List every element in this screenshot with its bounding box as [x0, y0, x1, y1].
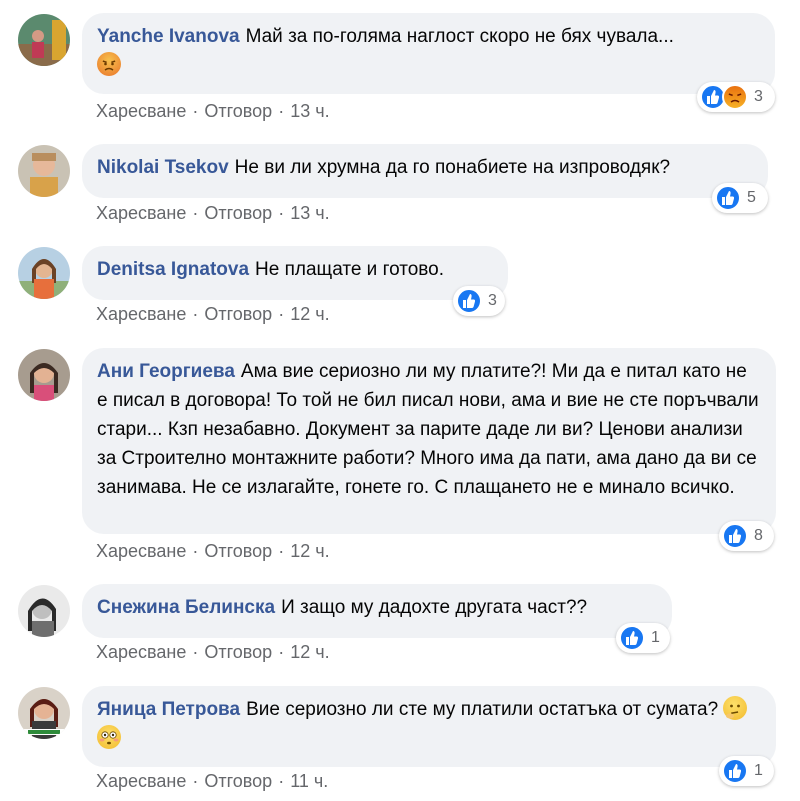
comment-actions: Харесване · Отговор · 12 ч. [96, 641, 330, 663]
timestamp[interactable]: 13 ч. [290, 203, 329, 223]
timestamp[interactable]: 11 ч. [290, 771, 328, 791]
comment-bubble: Yanche Ivanova Май за по-голяма наглост с… [82, 13, 775, 94]
reaction-summary[interactable]: 8 [719, 521, 774, 551]
avatar[interactable] [18, 687, 70, 739]
separator: · [192, 642, 199, 662]
comment-text: Вие сериозно ли сте му платили остатъка … [246, 699, 719, 720]
comment-bubble: Nikolai Tsekov Не ви ли хрумна да го пона… [82, 144, 768, 198]
reaction-count: 3 [488, 292, 497, 309]
like-link[interactable]: Харесване [96, 203, 186, 223]
timestamp[interactable]: 12 ч. [290, 304, 329, 324]
comment-actions: Харесване · Отговор · 12 ч. [96, 540, 330, 562]
angry-reaction-icon [722, 84, 748, 110]
comment-actions: Харесване · Отговор · 12 ч. [96, 303, 330, 325]
separator: · [278, 101, 285, 121]
separator: · [192, 203, 199, 223]
like-link[interactable]: Харесване [96, 642, 186, 662]
comment-actions: Харесване · Отговор · 13 ч. [96, 202, 330, 224]
reaction-summary[interactable]: 3 [453, 286, 505, 316]
timestamp[interactable]: 12 ч. [290, 642, 329, 662]
flushed-face-emoji [97, 725, 121, 749]
reaction-summary[interactable]: 1 [719, 756, 774, 786]
comment-author[interactable]: Denitsa Ignatova [97, 259, 249, 280]
comment-bubble: Снежина Белинска И защо му дадохте другат… [82, 584, 672, 638]
reaction-summary[interactable]: 5 [712, 183, 768, 213]
separator: · [278, 203, 285, 223]
comment-bubble: Denitsa Ignatova Не плащате и готово. [82, 246, 508, 300]
separator: · [192, 304, 199, 324]
comment-author[interactable]: Ани Георгиева [97, 361, 235, 382]
separator: · [278, 304, 285, 324]
reply-link[interactable]: Отговор [204, 642, 272, 662]
like-reaction-icon [722, 758, 748, 784]
like-link[interactable]: Харесване [96, 541, 186, 561]
like-link[interactable]: Харесване [96, 304, 186, 324]
separator: · [192, 101, 199, 121]
reaction-count: 5 [747, 189, 756, 206]
separator: · [278, 771, 285, 791]
separator: · [278, 642, 285, 662]
reply-link[interactable]: Отговор [204, 101, 272, 121]
thinking-face-emoji [723, 696, 748, 720]
comment-actions: Харесване · Отговор · 11 ч. [96, 770, 328, 792]
reaction-summary[interactable]: 3 [697, 82, 775, 112]
comment-author[interactable]: Yanche Ivanova [97, 26, 240, 47]
reaction-count: 1 [754, 762, 763, 779]
like-reaction-icon [456, 288, 482, 314]
comment-text: И защо му дадохте другата част?? [281, 597, 588, 618]
reaction-summary[interactable]: 1 [616, 623, 670, 653]
comment-text: Не ви ли хрумна да го понабиете на изпро… [234, 157, 671, 178]
like-reaction-icon [722, 523, 748, 549]
reaction-count: 1 [651, 629, 660, 646]
reaction-count: 8 [754, 527, 763, 544]
angry-face-emoji [97, 52, 121, 76]
reply-link[interactable]: Отговор [204, 541, 272, 561]
timestamp[interactable]: 12 ч. [290, 541, 329, 561]
reply-link[interactable]: Отговор [204, 203, 272, 223]
avatar[interactable] [18, 145, 70, 197]
avatar[interactable] [18, 14, 70, 66]
avatar[interactable] [18, 585, 70, 637]
comment-bubble: Ани Георгиева Ама вие сериозно ли му плат… [82, 348, 776, 534]
reaction-count: 3 [754, 88, 763, 105]
separator: · [192, 771, 199, 791]
comment-author[interactable]: Снежина Белинска [97, 597, 275, 618]
like-reaction-icon [619, 625, 645, 651]
avatar[interactable] [18, 349, 70, 401]
comment-text: Не плащате и готово. [255, 259, 445, 280]
comment-actions: Харесване · Отговор · 13 ч. [96, 100, 330, 122]
avatar[interactable] [18, 247, 70, 299]
reply-link[interactable]: Отговор [204, 771, 272, 791]
comment-author[interactable]: Яница Петрова [97, 699, 240, 720]
like-reaction-icon [715, 185, 741, 211]
like-link[interactable]: Харесване [96, 101, 186, 121]
like-link[interactable]: Харесване [96, 771, 186, 791]
separator: · [192, 541, 199, 561]
separator: · [278, 541, 285, 561]
timestamp[interactable]: 13 ч. [290, 101, 329, 121]
comment-bubble: Яница Петрова Вие сериозно ли сте му плат… [82, 686, 776, 767]
reply-link[interactable]: Отговор [204, 304, 272, 324]
comment-author[interactable]: Nikolai Tsekov [97, 157, 229, 178]
comment-text: Май за по-голяма наглост скоро не бях чу… [245, 26, 674, 47]
